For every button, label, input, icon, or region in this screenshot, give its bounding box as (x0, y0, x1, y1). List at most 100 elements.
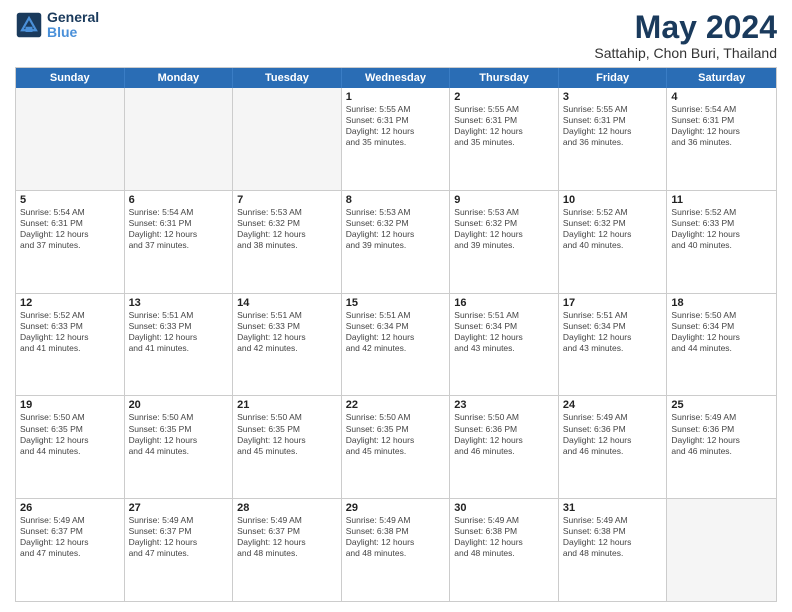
day-cell: 27Sunrise: 5:49 AMSunset: 6:37 PMDayligh… (125, 499, 234, 601)
day-info: Sunrise: 5:52 AMSunset: 6:33 PMDaylight:… (20, 310, 120, 354)
day-number: 17 (563, 297, 663, 309)
day-number: 4 (671, 91, 772, 103)
day-header-friday: Friday (559, 68, 668, 88)
day-number: 29 (346, 502, 446, 514)
day-cell (667, 499, 776, 601)
week-row-1: 1Sunrise: 5:55 AMSunset: 6:31 PMDaylight… (16, 88, 776, 190)
calendar-grid: 1Sunrise: 5:55 AMSunset: 6:31 PMDaylight… (16, 88, 776, 601)
day-number: 20 (129, 399, 229, 411)
day-cell: 31Sunrise: 5:49 AMSunset: 6:38 PMDayligh… (559, 499, 668, 601)
day-info: Sunrise: 5:51 AMSunset: 6:33 PMDaylight:… (237, 310, 337, 354)
day-number: 26 (20, 502, 120, 514)
day-number: 31 (563, 502, 663, 514)
day-info: Sunrise: 5:53 AMSunset: 6:32 PMDaylight:… (346, 207, 446, 251)
day-number: 27 (129, 502, 229, 514)
day-cell: 25Sunrise: 5:49 AMSunset: 6:36 PMDayligh… (667, 396, 776, 498)
day-cell (16, 88, 125, 190)
day-cell: 9Sunrise: 5:53 AMSunset: 6:32 PMDaylight… (450, 191, 559, 293)
day-number: 18 (671, 297, 772, 309)
day-number: 28 (237, 502, 337, 514)
day-cell: 16Sunrise: 5:51 AMSunset: 6:34 PMDayligh… (450, 294, 559, 396)
day-number: 5 (20, 194, 120, 206)
day-cell (233, 88, 342, 190)
day-info: Sunrise: 5:50 AMSunset: 6:34 PMDaylight:… (671, 310, 772, 354)
day-header-wednesday: Wednesday (342, 68, 451, 88)
day-cell: 29Sunrise: 5:49 AMSunset: 6:38 PMDayligh… (342, 499, 451, 601)
day-number: 2 (454, 91, 554, 103)
day-cell: 11Sunrise: 5:52 AMSunset: 6:33 PMDayligh… (667, 191, 776, 293)
subtitle: Sattahip, Chon Buri, Thailand (594, 45, 777, 61)
day-info: Sunrise: 5:50 AMSunset: 6:35 PMDaylight:… (346, 412, 446, 456)
day-number: 10 (563, 194, 663, 206)
day-number: 9 (454, 194, 554, 206)
day-number: 6 (129, 194, 229, 206)
day-cell: 7Sunrise: 5:53 AMSunset: 6:32 PMDaylight… (233, 191, 342, 293)
day-header-monday: Monday (125, 68, 234, 88)
day-number: 12 (20, 297, 120, 309)
day-cell: 5Sunrise: 5:54 AMSunset: 6:31 PMDaylight… (16, 191, 125, 293)
day-number: 13 (129, 297, 229, 309)
day-cell: 24Sunrise: 5:49 AMSunset: 6:36 PMDayligh… (559, 396, 668, 498)
day-cell: 1Sunrise: 5:55 AMSunset: 6:31 PMDaylight… (342, 88, 451, 190)
day-cell: 17Sunrise: 5:51 AMSunset: 6:34 PMDayligh… (559, 294, 668, 396)
day-info: Sunrise: 5:49 AMSunset: 6:37 PMDaylight:… (129, 515, 229, 559)
day-info: Sunrise: 5:52 AMSunset: 6:33 PMDaylight:… (671, 207, 772, 251)
day-number: 14 (237, 297, 337, 309)
day-info: Sunrise: 5:49 AMSunset: 6:38 PMDaylight:… (563, 515, 663, 559)
day-header-sunday: Sunday (16, 68, 125, 88)
day-info: Sunrise: 5:51 AMSunset: 6:33 PMDaylight:… (129, 310, 229, 354)
day-cell: 18Sunrise: 5:50 AMSunset: 6:34 PMDayligh… (667, 294, 776, 396)
day-info: Sunrise: 5:54 AMSunset: 6:31 PMDaylight:… (671, 104, 772, 148)
day-header-saturday: Saturday (667, 68, 776, 88)
day-info: Sunrise: 5:51 AMSunset: 6:34 PMDaylight:… (346, 310, 446, 354)
logo-line2: Blue (47, 25, 99, 40)
day-info: Sunrise: 5:49 AMSunset: 6:37 PMDaylight:… (20, 515, 120, 559)
day-number: 16 (454, 297, 554, 309)
week-row-5: 26Sunrise: 5:49 AMSunset: 6:37 PMDayligh… (16, 498, 776, 601)
day-info: Sunrise: 5:50 AMSunset: 6:35 PMDaylight:… (129, 412, 229, 456)
day-info: Sunrise: 5:50 AMSunset: 6:36 PMDaylight:… (454, 412, 554, 456)
day-info: Sunrise: 5:49 AMSunset: 6:38 PMDaylight:… (454, 515, 554, 559)
day-info: Sunrise: 5:50 AMSunset: 6:35 PMDaylight:… (237, 412, 337, 456)
page: General Blue May 2024 Sattahip, Chon Bur… (0, 0, 792, 612)
day-info: Sunrise: 5:53 AMSunset: 6:32 PMDaylight:… (454, 207, 554, 251)
header: General Blue May 2024 Sattahip, Chon Bur… (15, 10, 777, 61)
day-info: Sunrise: 5:54 AMSunset: 6:31 PMDaylight:… (129, 207, 229, 251)
day-cell (125, 88, 234, 190)
day-cell: 15Sunrise: 5:51 AMSunset: 6:34 PMDayligh… (342, 294, 451, 396)
title-block: May 2024 Sattahip, Chon Buri, Thailand (594, 10, 777, 61)
day-info: Sunrise: 5:49 AMSunset: 6:38 PMDaylight:… (346, 515, 446, 559)
day-info: Sunrise: 5:49 AMSunset: 6:37 PMDaylight:… (237, 515, 337, 559)
day-cell: 26Sunrise: 5:49 AMSunset: 6:37 PMDayligh… (16, 499, 125, 601)
day-number: 21 (237, 399, 337, 411)
day-number: 11 (671, 194, 772, 206)
day-cell: 20Sunrise: 5:50 AMSunset: 6:35 PMDayligh… (125, 396, 234, 498)
day-cell: 19Sunrise: 5:50 AMSunset: 6:35 PMDayligh… (16, 396, 125, 498)
day-cell: 23Sunrise: 5:50 AMSunset: 6:36 PMDayligh… (450, 396, 559, 498)
day-cell: 8Sunrise: 5:53 AMSunset: 6:32 PMDaylight… (342, 191, 451, 293)
day-number: 7 (237, 194, 337, 206)
main-title: May 2024 (594, 10, 777, 45)
day-info: Sunrise: 5:55 AMSunset: 6:31 PMDaylight:… (563, 104, 663, 148)
day-cell: 22Sunrise: 5:50 AMSunset: 6:35 PMDayligh… (342, 396, 451, 498)
day-info: Sunrise: 5:49 AMSunset: 6:36 PMDaylight:… (563, 412, 663, 456)
day-number: 1 (346, 91, 446, 103)
day-info: Sunrise: 5:50 AMSunset: 6:35 PMDaylight:… (20, 412, 120, 456)
day-info: Sunrise: 5:53 AMSunset: 6:32 PMDaylight:… (237, 207, 337, 251)
week-row-3: 12Sunrise: 5:52 AMSunset: 6:33 PMDayligh… (16, 293, 776, 396)
logo-line1: General (47, 10, 99, 25)
logo: General Blue (15, 10, 99, 41)
day-cell: 30Sunrise: 5:49 AMSunset: 6:38 PMDayligh… (450, 499, 559, 601)
week-row-2: 5 Sunrise: 5:54 AMSunset: 6:31 PMDaylight… (16, 190, 776, 293)
day-header-tuesday: Tuesday (233, 68, 342, 88)
day-number: 24 (563, 399, 663, 411)
day-number: 30 (454, 502, 554, 514)
day-cell: 6Sunrise: 5:54 AMSunset: 6:31 PMDaylight… (125, 191, 234, 293)
day-number: 22 (346, 399, 446, 411)
day-cell: 4Sunrise: 5:54 AMSunset: 6:31 PMDaylight… (667, 88, 776, 190)
day-info: Sunrise: 5:49 AMSunset: 6:36 PMDaylight:… (671, 412, 772, 456)
day-number: 8 (346, 194, 446, 206)
day-info: Sunrise: 5:55 AMSunset: 6:31 PMDaylight:… (346, 104, 446, 148)
day-cell: 21Sunrise: 5:50 AMSunset: 6:35 PMDayligh… (233, 396, 342, 498)
day-info: Sunrise: 5:52 AMSunset: 6:32 PMDaylight:… (563, 207, 663, 251)
